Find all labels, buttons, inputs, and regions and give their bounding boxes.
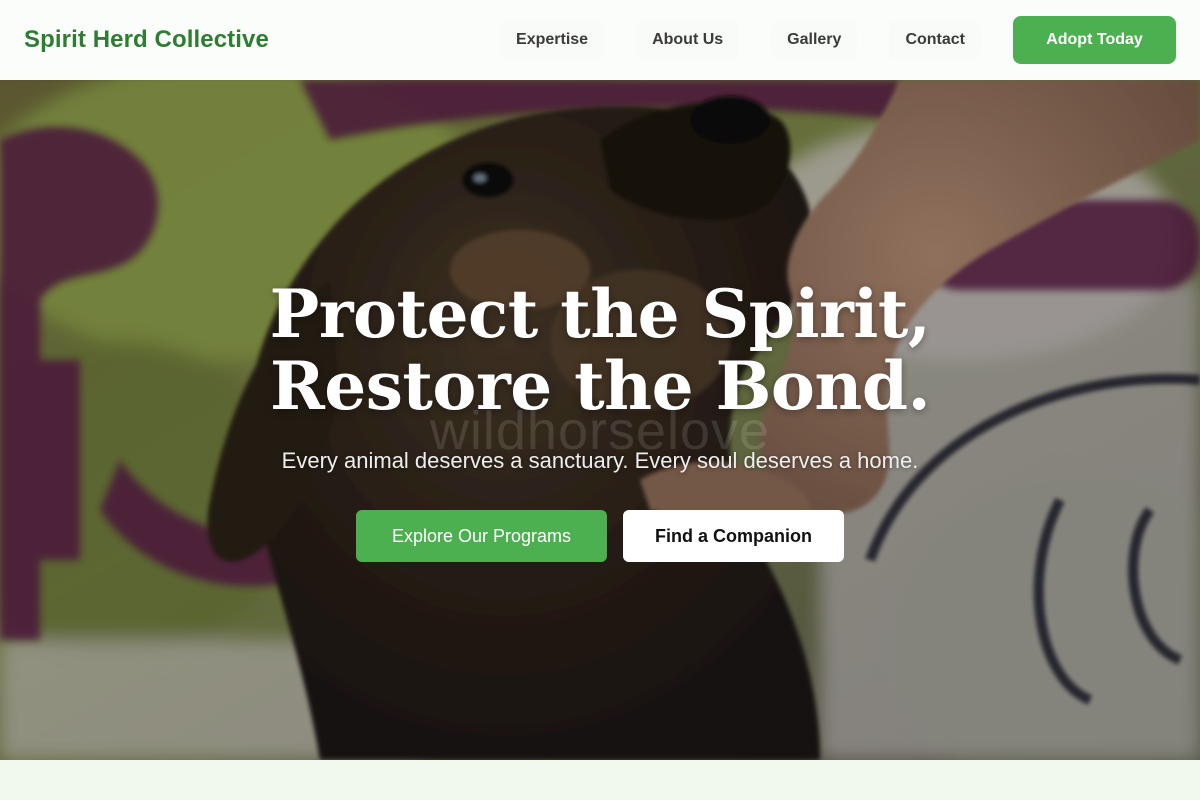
hero-content: Protect the Spirit, Restore the Bond. wi… bbox=[0, 80, 1200, 760]
explore-programs-button[interactable]: Explore Our Programs bbox=[356, 510, 607, 562]
hero-section: Protect the Spirit, Restore the Bond. wi… bbox=[0, 80, 1200, 760]
find-companion-button[interactable]: Find a Companion bbox=[623, 510, 844, 562]
nav-about-us[interactable]: About Us bbox=[636, 21, 740, 59]
adopt-today-button[interactable]: Adopt Today bbox=[1013, 16, 1176, 64]
nav-expertise[interactable]: Expertise bbox=[500, 21, 605, 59]
main-nav: Expertise About Us Gallery Contact Adopt… bbox=[500, 16, 1176, 64]
nav-contact[interactable]: Contact bbox=[889, 21, 981, 59]
site-header: Spirit Herd Collective Expertise About U… bbox=[0, 0, 1200, 80]
hero-cta-group: Explore Our Programs Find a Companion bbox=[0, 510, 1200, 562]
next-section-strip bbox=[0, 760, 1200, 800]
hero-subtitle: Every animal deserves a sanctuary. Every… bbox=[281, 448, 919, 473]
nav-gallery[interactable]: Gallery bbox=[771, 21, 858, 59]
brand-logo[interactable]: Spirit Herd Collective bbox=[24, 26, 269, 54]
hero-title-line-1: Protect the Spirit, bbox=[269, 275, 931, 353]
